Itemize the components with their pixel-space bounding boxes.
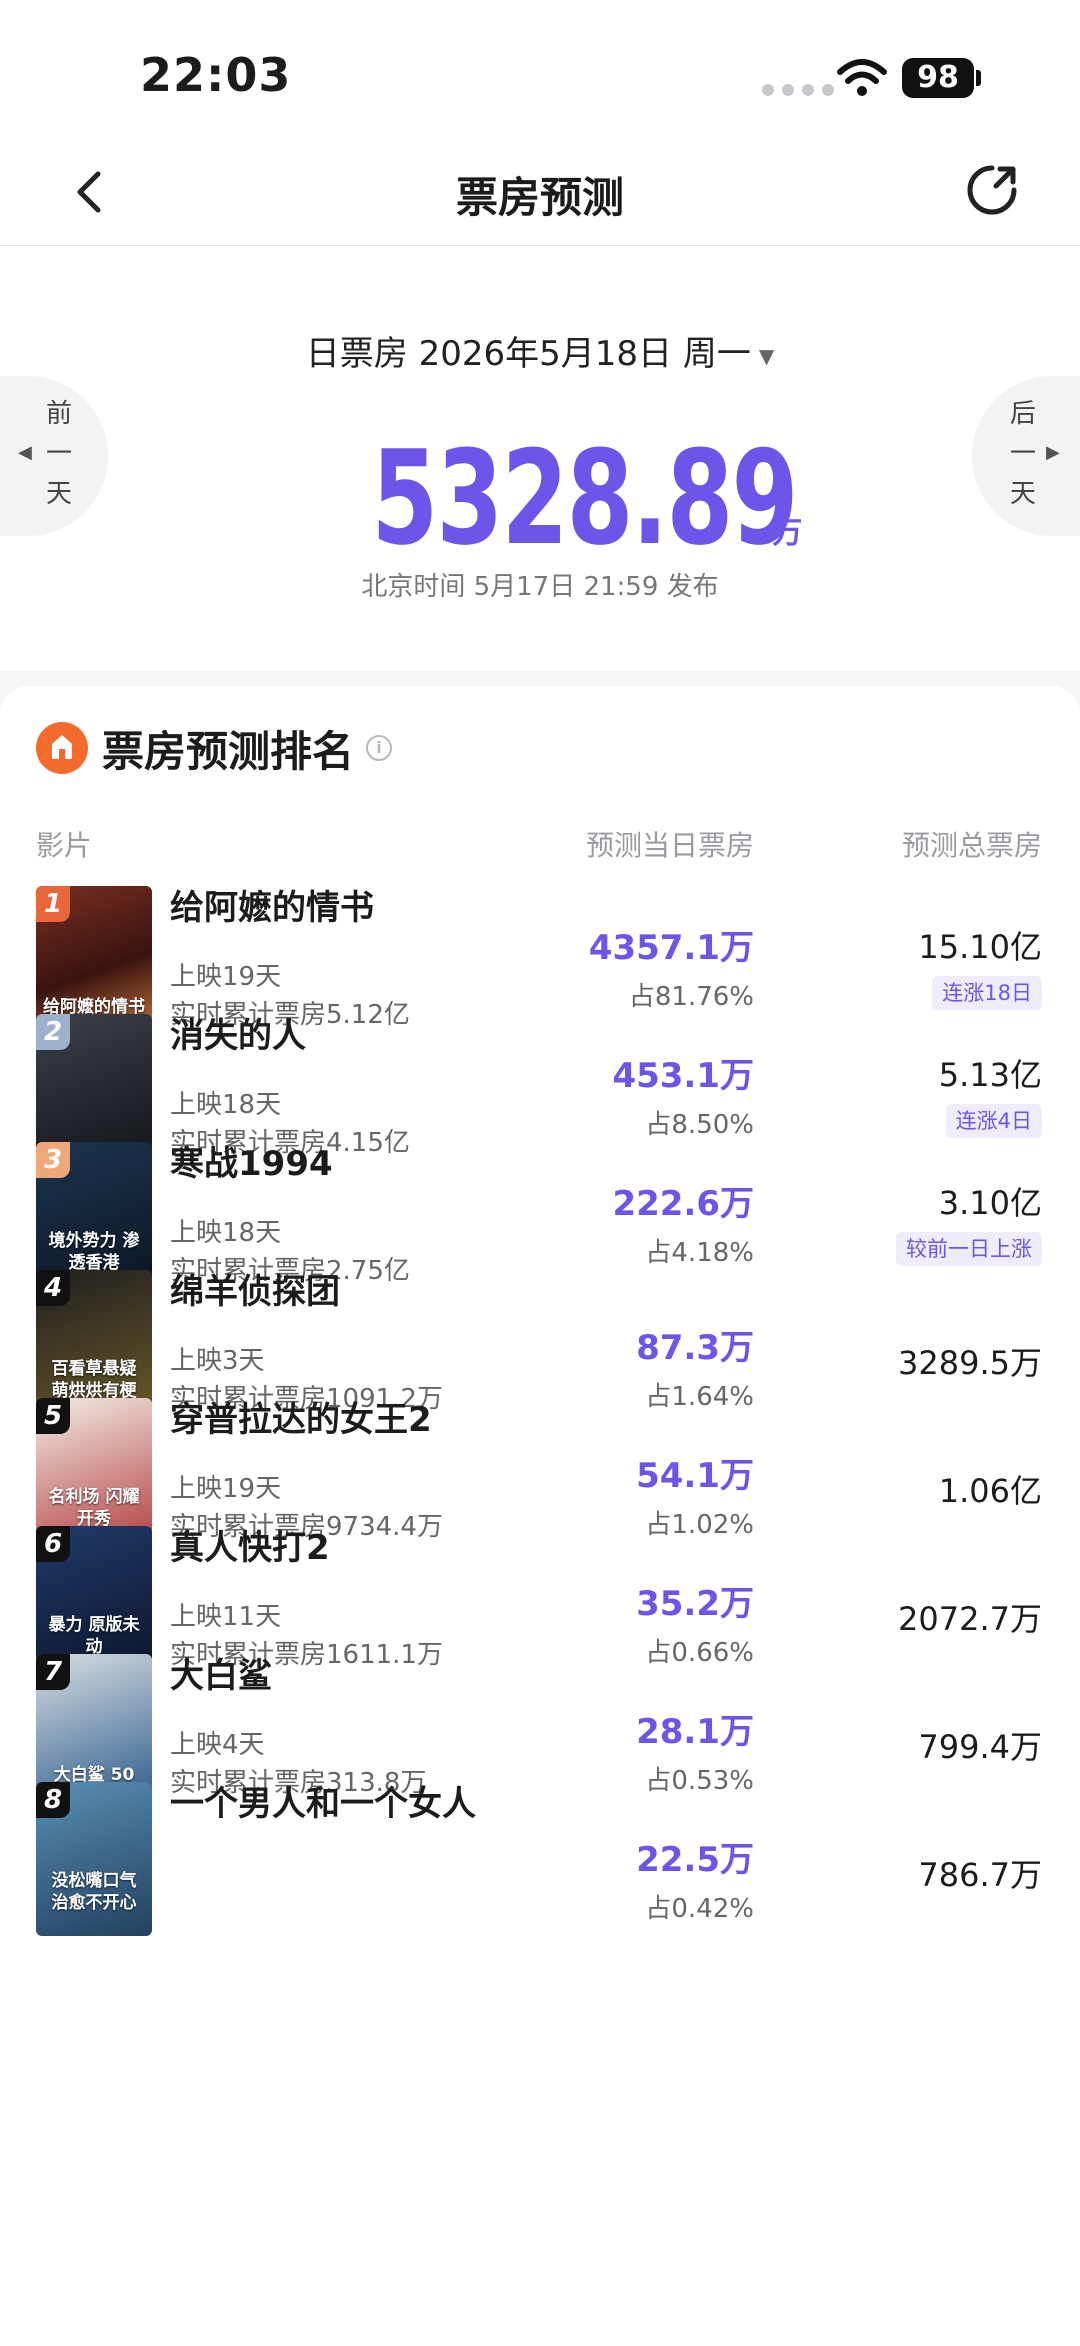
day-prediction: 22.5万 [636, 1840, 754, 1880]
day-prediction: 453.1万 [612, 1056, 754, 1096]
ranking-logo-icon [36, 722, 88, 774]
film-release-days: 上映18天 [170, 1218, 282, 1248]
rank-badge: 8 [36, 1782, 70, 1818]
day-prediction: 4357.1万 [588, 928, 754, 968]
poster-text: 暴力 原版未动 [48, 1615, 140, 1657]
total-prediction: 3.10亿 [938, 1184, 1042, 1222]
share-percent: 占4.18% [645, 1238, 754, 1268]
film-name[interactable]: 消失的人 [170, 1014, 490, 1058]
film-row[interactable]: 8 没松嘴口气 治愈不开心 一个男人和一个女人 22.5万占0.42% 786.7万 [0, 1782, 1080, 1974]
poster-text: 名利场 闪耀开秀 [48, 1487, 140, 1529]
trend-tag: 较前一日上涨 [896, 1232, 1042, 1266]
total-prediction: 2072.7万 [898, 1600, 1042, 1638]
trend-tag: 连涨4日 [945, 1104, 1042, 1138]
rank-badge: 7 [36, 1654, 70, 1690]
day-prediction: 28.1万 [636, 1712, 754, 1752]
film-release-days: 上映19天 [170, 962, 282, 992]
film-name[interactable]: 一个男人和一个女人 [170, 1782, 490, 1826]
film-release-days: 上映19天 [170, 1474, 282, 1504]
rank-badge: 4 [36, 1270, 70, 1306]
rank-badge: 2 [36, 1014, 70, 1050]
date-selector[interactable]: 日票房 2026年5月18日 周一 ▼ [0, 326, 1080, 375]
total-prediction: 5.13亿 [938, 1056, 1042, 1094]
col-film: 影片 [36, 829, 93, 862]
share-percent: 占81.76% [628, 982, 754, 1012]
film-poster[interactable]: 8 没松嘴口气 治愈不开心 [36, 1782, 152, 1936]
trend-tag: 连涨18日 [932, 976, 1042, 1010]
caret-down-icon: ▼ [758, 343, 775, 368]
film-release-days: 上映11天 [170, 1602, 282, 1632]
status-bar: 22:03 98 [0, 0, 1080, 140]
info-icon[interactable]: i [366, 735, 393, 761]
wifi-icon [837, 59, 887, 96]
share-percent: 占0.42% [645, 1894, 754, 1924]
ranking-title: 票房预测排名 [102, 726, 355, 776]
share-icon[interactable] [962, 160, 1022, 220]
daily-summary: 日票房 2026年5月18日 周一 ▼ 5328.89万 北京时间 5月17日 2… [0, 246, 1080, 670]
rank-badge: 6 [36, 1526, 70, 1562]
rank-badge: 3 [36, 1142, 70, 1178]
total-prediction: 786.7万 [918, 1856, 1042, 1894]
total-prediction: 1.06亿 [938, 1472, 1042, 1510]
arrow-left-icon: ◀ [18, 442, 32, 463]
share-percent: 占8.50% [645, 1110, 754, 1140]
film-release-days: 上映18天 [170, 1090, 282, 1120]
film-name[interactable]: 寒战1994 [170, 1142, 490, 1186]
poster-text: 境外势力 渗透香港 [48, 1231, 140, 1273]
date-label: 日票房 2026年5月18日 周一 [305, 334, 751, 374]
total-prediction: 3289.5万 [898, 1344, 1042, 1382]
prev-day-label: 前一天 [45, 399, 72, 509]
next-day-label: 后一天 [1009, 399, 1036, 509]
ranking-section: 票房预测排名 i 影片 预测当日票房 预测总票房 1 给阿嬷的情书 给阿嬷的情书 上映… [0, 686, 1080, 2346]
arrow-right-icon: ▶ [1046, 442, 1060, 463]
day-prediction: 54.1万 [636, 1456, 754, 1496]
publish-time: 北京时间 5月17日 21:59 发布 [361, 572, 719, 602]
total-prediction: 799.4万 [918, 1728, 1042, 1766]
rank-badge: 5 [36, 1398, 70, 1434]
poster-text: 百看草悬疑 萌烘烘有梗 [51, 1359, 137, 1401]
rank-badge: 1 [36, 886, 70, 922]
total-box-office: 5328.89万 [0, 422, 1080, 574]
signal-icon [762, 84, 834, 96]
nav-bar: 票房预测 [0, 140, 1080, 246]
battery-icon: 98 [902, 58, 974, 98]
status-time: 22:03 [140, 48, 292, 102]
total-prediction: 15.10亿 [918, 928, 1042, 966]
page-title: 票房预测 [455, 173, 624, 222]
film-release-days: 上映4天 [170, 1730, 265, 1760]
film-name[interactable]: 给阿嬷的情书 [170, 886, 490, 930]
day-prediction: 222.6万 [612, 1184, 754, 1224]
battery-tip [976, 70, 981, 86]
film-release-days: 上映3天 [170, 1346, 265, 1376]
film-name[interactable]: 绵羊侦探团 [170, 1270, 490, 1314]
col-day-prediction: 预测当日票房 [585, 829, 754, 862]
film-name[interactable]: 大白鲨 [170, 1654, 490, 1698]
film-name[interactable]: 穿普拉达的女王2 [170, 1398, 490, 1442]
day-prediction: 35.2万 [636, 1584, 754, 1624]
total-value: 5328.89 [371, 422, 798, 574]
ranking-header: 票房预测排名 i [36, 718, 393, 778]
day-prediction: 87.3万 [636, 1328, 754, 1368]
film-name[interactable]: 真人快打2 [170, 1526, 490, 1570]
col-total-prediction: 预测总票房 [901, 829, 1042, 862]
poster-text: 没松嘴口气 治愈不开心 [51, 1871, 137, 1913]
